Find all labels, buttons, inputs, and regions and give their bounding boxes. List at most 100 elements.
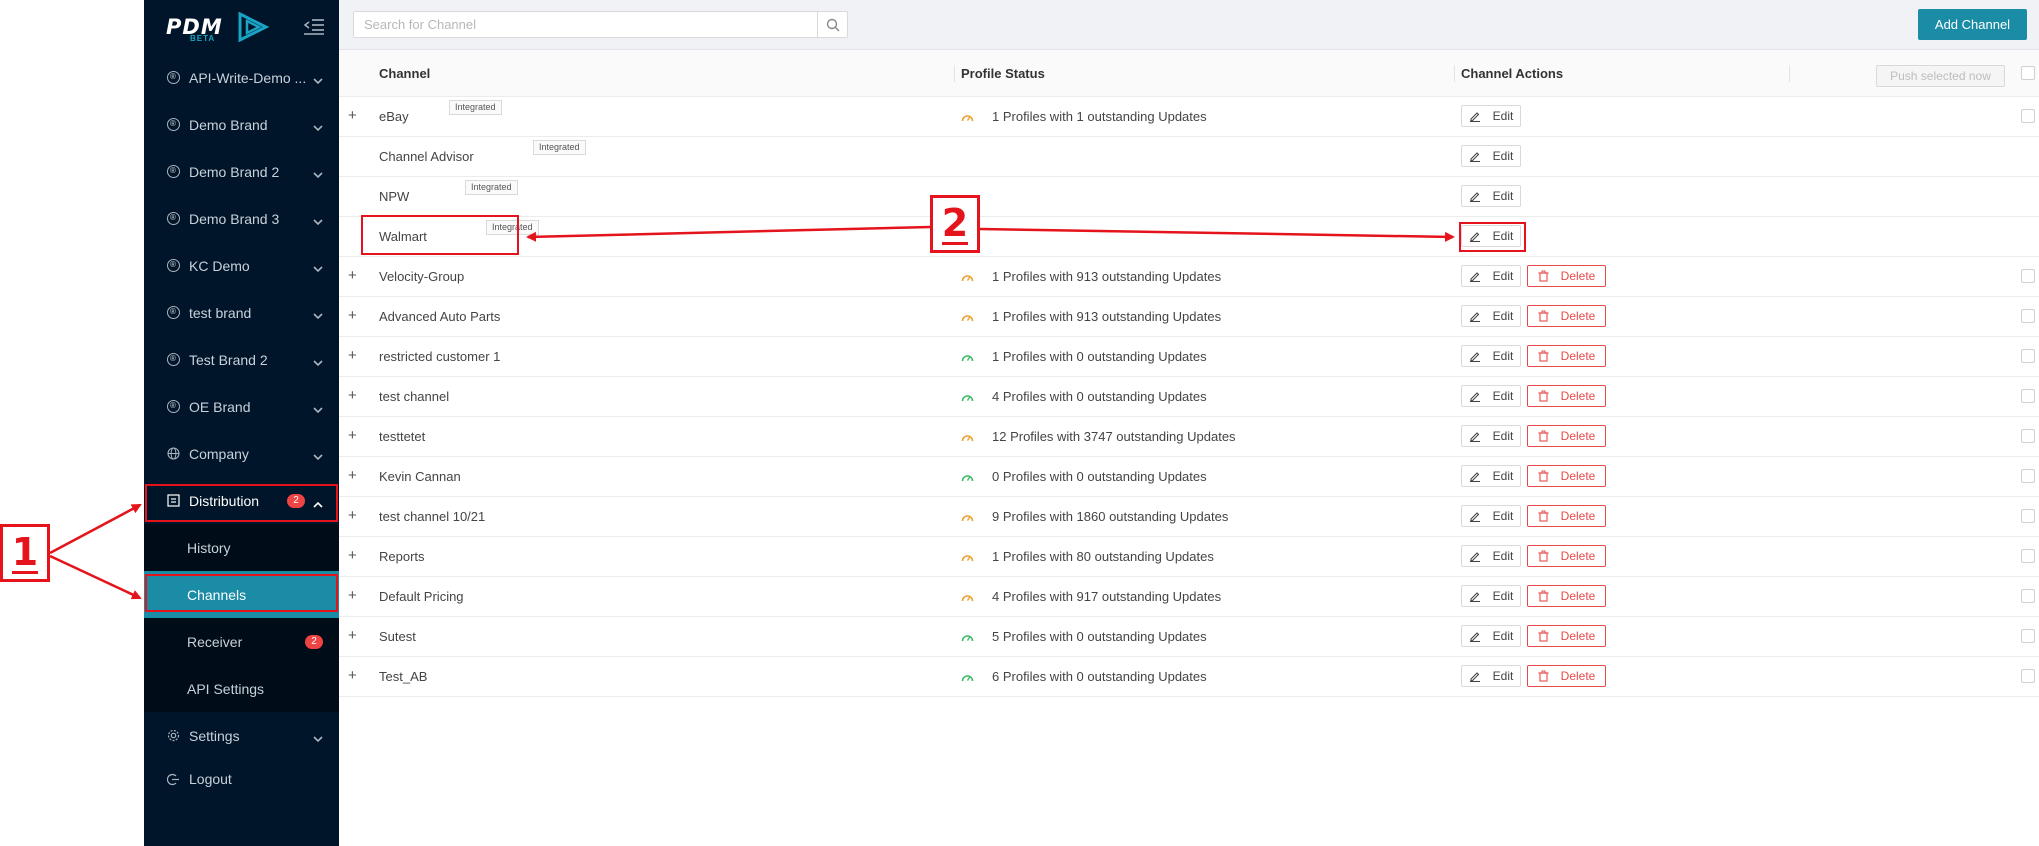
expand-row-icon[interactable]: + [348,628,357,644]
edit-button[interactable]: Edit [1461,185,1521,207]
row-checkbox[interactable] [2021,549,2035,563]
edit-button[interactable]: Edit [1461,505,1521,527]
sidebar-item[interactable]: ® Test Brand 2 [144,336,339,383]
delete-button[interactable]: Delete [1527,465,1606,487]
edit-button[interactable]: Edit [1461,385,1521,407]
expand-row-icon[interactable]: + [348,308,357,324]
table-row: + Kevin Cannan 0 Profiles with 0 outstandi… [339,457,2039,497]
table-row: Channel Advisor Integrated Edit [339,137,2039,177]
expand-row-icon[interactable]: + [348,548,357,564]
dashboard-gauge-icon [961,432,983,443]
profile-status-text: 0 Profiles with 0 outstanding Updates [992,469,1207,484]
expand-row-icon[interactable]: + [348,108,357,124]
channel-name: NPW [379,189,410,204]
menu-logout[interactable]: Logout [144,759,339,799]
expand-row-icon[interactable]: + [348,588,357,604]
integrated-tag: Integrated [533,140,586,155]
sidebar-item[interactable]: ® test brand [144,289,339,336]
row-checkbox[interactable] [2021,669,2035,683]
edit-button[interactable]: Edit [1461,265,1521,287]
registered-mark: ® [166,400,180,413]
row-checkbox[interactable] [2021,509,2035,523]
expand-row-icon[interactable]: + [348,508,357,524]
delete-button[interactable]: Delete [1527,265,1606,287]
chevron-down-icon [313,119,323,135]
row-checkbox[interactable] [2021,309,2035,323]
sidebar-item[interactable]: ® Demo Brand 3 [144,195,339,242]
delete-button[interactable]: Delete [1527,385,1606,407]
menu-settings[interactable]: Settings [144,712,339,759]
edit-icon [1469,590,1487,602]
dashboard-gauge-icon [961,112,983,123]
delete-label: Delete [1560,509,1596,523]
submenu-item-api-settings[interactable]: API Settings [144,665,339,712]
sidebar-item[interactable]: ® API-Write-Demo ... [144,54,339,101]
registered-icon: ® [166,71,180,85]
edit-icon [1469,190,1487,202]
sidebar-item[interactable]: ® OE Brand [144,383,339,430]
delete-button[interactable]: Delete [1527,625,1606,647]
submenu-item-history[interactable]: History [144,524,339,571]
expand-row-icon[interactable]: + [348,348,357,364]
registered-icon: ® [166,259,180,273]
edit-button[interactable]: Edit [1461,225,1521,247]
dashboard-gauge-icon [961,592,983,603]
expand-row-icon[interactable]: + [348,268,357,284]
delete-button[interactable]: Delete [1527,345,1606,367]
edit-button[interactable]: Edit [1461,145,1521,167]
edit-button[interactable]: Edit [1461,625,1521,647]
expand-row-icon[interactable]: + [348,388,357,404]
menu-fold-icon[interactable] [303,18,325,39]
delete-button[interactable]: Delete [1527,425,1606,447]
registered-icon: ® [166,118,180,132]
table-row: + Reports 1 Profiles with 80 outstanding U… [339,537,2039,577]
sidebar-item[interactable]: ® KC Demo [144,242,339,289]
logo[interactable]: PDM BETA [144,0,339,54]
edit-button[interactable]: Edit [1461,665,1521,687]
table-row: + Default Pricing 4 Profiles with 917 outs… [339,577,2039,617]
channel-name: Test_AB [379,669,428,684]
row-checkbox[interactable] [2021,109,2035,123]
edit-button[interactable]: Edit [1461,465,1521,487]
sidebar: PDM BETA ® API-Write-Demo ... ® Demo Brand ®… [144,0,339,846]
push-selected-button[interactable]: Push selected now [1876,65,2005,87]
row-checkbox[interactable] [2021,389,2035,403]
search-icon[interactable] [817,12,847,37]
globe-icon [166,447,180,461]
expand-row-icon[interactable]: + [348,468,357,484]
search-input[interactable] [354,12,814,37]
row-checkbox[interactable] [2021,589,2035,603]
edit-icon [1469,230,1487,242]
sidebar-item[interactable]: Company [144,430,339,477]
edit-icon [1469,670,1487,682]
edit-label: Edit [1492,269,1514,283]
row-checkbox[interactable] [2021,629,2035,643]
sidebar-item[interactable]: ® Demo Brand [144,101,339,148]
row-checkbox[interactable] [2021,349,2035,363]
submenu-item-receiver[interactable]: Receiver 2 [144,618,339,665]
profile-status: 12 Profiles with 3747 outstanding Update… [961,429,1236,445]
expand-row-icon[interactable]: + [348,668,357,684]
edit-button[interactable]: Edit [1461,305,1521,327]
select-all-checkbox[interactable] [2021,66,2035,80]
edit-button[interactable]: Edit [1461,585,1521,607]
delete-label: Delete [1560,669,1596,683]
delete-button[interactable]: Delete [1527,665,1606,687]
edit-button[interactable]: Edit [1461,545,1521,567]
delete-button[interactable]: Delete [1527,545,1606,567]
row-checkbox[interactable] [2021,269,2035,283]
submenu-item-channels[interactable]: Channels [144,571,339,618]
row-checkbox[interactable] [2021,469,2035,483]
edit-button[interactable]: Edit [1461,345,1521,367]
edit-button[interactable]: Edit [1461,105,1521,127]
delete-button[interactable]: Delete [1527,505,1606,527]
submenu-item-label: Channels [187,586,247,603]
expand-row-icon[interactable]: + [348,428,357,444]
sidebar-item[interactable]: ® Demo Brand 2 [144,148,339,195]
row-checkbox[interactable] [2021,429,2035,443]
menu-distribution[interactable]: Distribution 2 [144,477,339,524]
delete-button[interactable]: Delete [1527,305,1606,327]
edit-button[interactable]: Edit [1461,425,1521,447]
add-channel-button[interactable]: Add Channel [1918,9,2027,40]
delete-button[interactable]: Delete [1527,585,1606,607]
